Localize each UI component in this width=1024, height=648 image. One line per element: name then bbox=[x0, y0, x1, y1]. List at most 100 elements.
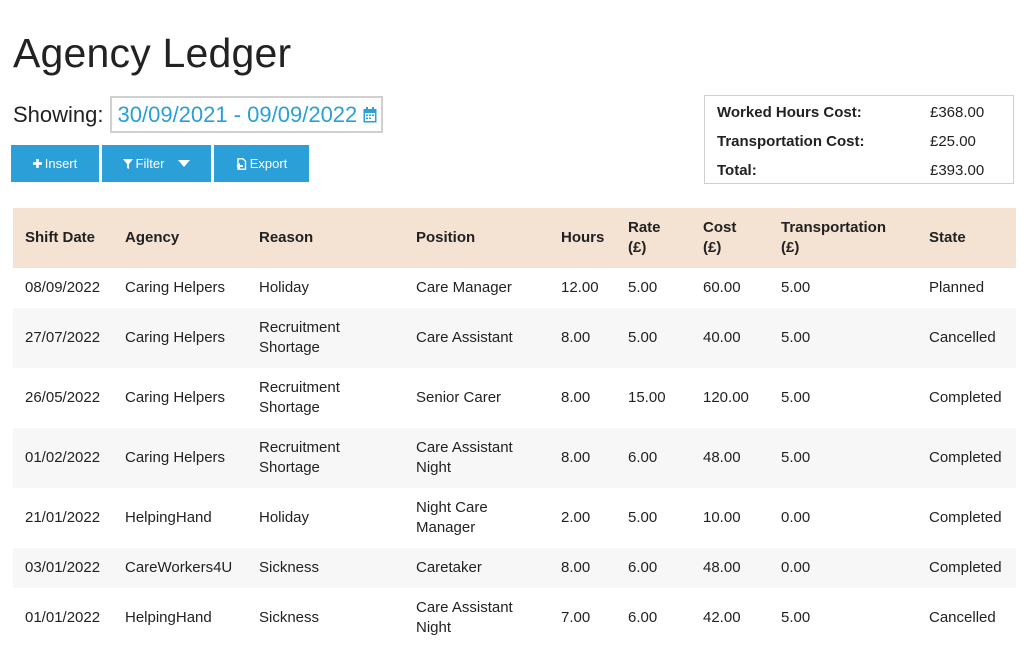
cell-rate: 6.00 bbox=[616, 428, 691, 488]
cell-position: Night Care Manager bbox=[404, 488, 549, 548]
toolbar: Insert Filter Export bbox=[11, 145, 312, 182]
reason-line1: Recruitment bbox=[259, 379, 340, 396]
position-line1: Night Care bbox=[416, 499, 488, 516]
cell-rate: 6.00 bbox=[616, 548, 691, 588]
cell-position: Care Assistant Night bbox=[404, 428, 549, 488]
header-transport-line1: Transportation bbox=[781, 219, 887, 236]
cell-hours: 2.00 bbox=[549, 488, 616, 548]
column-header-rate[interactable]: Rate (£) bbox=[616, 208, 691, 268]
reason-line2: Shortage bbox=[259, 399, 320, 416]
worked-hours-cost-value: £368.00 bbox=[930, 104, 985, 121]
cell-reason: Holiday bbox=[247, 488, 404, 548]
reason-line2: Shortage bbox=[259, 459, 320, 476]
reason-line1: Recruitment bbox=[259, 439, 340, 456]
insert-label: Insert bbox=[44, 156, 78, 171]
cell-rate: 15.00 bbox=[616, 368, 691, 428]
column-header-position[interactable]: Position bbox=[404, 208, 549, 268]
table-header-row: Shift Date Agency Reason Position Hours … bbox=[13, 208, 1016, 268]
summary-row-transport: Transportation Cost: £25.00 bbox=[705, 127, 1013, 156]
cell-rate: 5.00 bbox=[616, 268, 691, 308]
table-row[interactable]: 03/01/2022 CareWorkers4U Sickness Careta… bbox=[13, 548, 1016, 588]
cell-position: Care Manager bbox=[404, 268, 549, 308]
summary-row-worked-hours: Worked Hours Cost: £368.00 bbox=[705, 98, 1013, 127]
cell-cost: 60.00 bbox=[691, 268, 769, 308]
cell-reason: Holiday bbox=[247, 268, 404, 308]
filter-button[interactable]: Filter bbox=[102, 145, 211, 182]
column-header-transportation[interactable]: Transportation (£) bbox=[769, 208, 917, 268]
export-doc-icon bbox=[236, 157, 247, 170]
cell-agency: CareWorkers4U bbox=[113, 548, 247, 588]
cell-cost: 10.00 bbox=[691, 488, 769, 548]
cell-position: Caretaker bbox=[404, 548, 549, 588]
cell-shift-date: 01/02/2022 bbox=[13, 428, 113, 488]
position-line1: Care Assistant bbox=[416, 439, 513, 456]
cell-cost: 48.00 bbox=[691, 428, 769, 488]
cell-hours: 8.00 bbox=[549, 428, 616, 488]
plus-icon bbox=[32, 159, 42, 168]
cell-shift-date: 26/05/2022 bbox=[13, 368, 113, 428]
cell-agency: HelpingHand bbox=[113, 588, 247, 648]
column-header-state[interactable]: State bbox=[917, 208, 1016, 268]
cell-transportation: 5.00 bbox=[769, 308, 917, 368]
cell-shift-date: 08/09/2022 bbox=[13, 268, 113, 308]
cell-cost: 42.00 bbox=[691, 588, 769, 648]
summary-row-total: Total: £393.00 bbox=[705, 156, 1013, 185]
cell-shift-date: 01/01/2022 bbox=[13, 588, 113, 648]
cell-transportation: 0.00 bbox=[769, 488, 917, 548]
column-header-reason[interactable]: Reason bbox=[247, 208, 404, 268]
total-cost-label: Total: bbox=[717, 162, 757, 179]
insert-button[interactable]: Insert bbox=[11, 145, 99, 182]
header-cost-line2: (£) bbox=[703, 239, 722, 256]
export-button[interactable]: Export bbox=[214, 145, 309, 182]
cell-shift-date: 27/07/2022 bbox=[13, 308, 113, 368]
cell-position: Care Assistant bbox=[404, 308, 549, 368]
position-line1: Care Assistant bbox=[416, 599, 513, 616]
column-header-agency[interactable]: Agency bbox=[113, 208, 247, 268]
table-row[interactable]: 21/01/2022 HelpingHand Holiday Night Car… bbox=[13, 488, 1016, 548]
cell-transportation: 0.00 bbox=[769, 548, 917, 588]
ledger-table: Shift Date Agency Reason Position Hours … bbox=[13, 208, 1016, 648]
cell-hours: 8.00 bbox=[549, 548, 616, 588]
cell-reason: Sickness bbox=[247, 588, 404, 648]
table-row[interactable]: 26/05/2022 Caring Helpers Recruitment Sho… bbox=[13, 368, 1016, 428]
table-row[interactable]: 01/01/2022 HelpingHand Sickness Care Ass… bbox=[13, 588, 1016, 648]
cell-shift-date: 03/01/2022 bbox=[13, 548, 113, 588]
cell-transportation: 5.00 bbox=[769, 588, 917, 648]
cell-agency: HelpingHand bbox=[113, 488, 247, 548]
caret-down-icon[interactable] bbox=[178, 160, 191, 167]
date-range-picker[interactable]: 30/09/2021 - 09/09/2022 bbox=[109, 96, 384, 133]
cell-shift-date: 21/01/2022 bbox=[13, 488, 113, 548]
cell-cost: 120.00 bbox=[691, 368, 769, 428]
calendar-icon[interactable] bbox=[363, 106, 377, 123]
column-header-shift-date[interactable]: Shift Date bbox=[13, 208, 113, 268]
cell-position: Senior Carer bbox=[404, 368, 549, 428]
position-line2: Night bbox=[416, 619, 452, 636]
table-row[interactable]: 01/02/2022 Caring Helpers Recruitment Sho… bbox=[13, 428, 1016, 488]
cell-agency: Caring Helpers bbox=[113, 368, 247, 428]
funnel-icon bbox=[122, 158, 133, 169]
cell-reason: Recruitment Shortage bbox=[247, 368, 404, 428]
cell-rate: 6.00 bbox=[616, 588, 691, 648]
cell-reason: Sickness bbox=[247, 548, 404, 588]
cell-hours: 8.00 bbox=[549, 368, 616, 428]
cell-position: Care Assistant Night bbox=[404, 588, 549, 648]
page-title: Agency Ledger bbox=[13, 30, 292, 76]
cell-reason: Recruitment Shortage bbox=[247, 428, 404, 488]
date-range-value: 30/09/2021 - 09/09/2022 bbox=[117, 101, 358, 127]
cell-reason: Recruitment Shortage bbox=[247, 308, 404, 368]
cell-state: Completed bbox=[917, 368, 1016, 428]
cell-rate: 5.00 bbox=[616, 488, 691, 548]
column-header-cost[interactable]: Cost (£) bbox=[691, 208, 769, 268]
cell-state: Cancelled bbox=[917, 308, 1016, 368]
position-line2: Manager bbox=[416, 519, 476, 536]
cell-cost: 40.00 bbox=[691, 308, 769, 368]
column-header-hours[interactable]: Hours bbox=[549, 208, 616, 268]
cell-state: Completed bbox=[917, 548, 1016, 588]
cell-hours: 8.00 bbox=[549, 308, 616, 368]
cost-summary-panel: Worked Hours Cost: £368.00 Transportatio… bbox=[704, 95, 1014, 184]
transport-cost-value: £25.00 bbox=[930, 133, 976, 150]
table-row[interactable]: 08/09/2022 Caring Helpers Holiday Care M… bbox=[13, 268, 1016, 308]
table-row[interactable]: 27/07/2022 Caring Helpers Recruitment Sho… bbox=[13, 308, 1016, 368]
date-range-row: Showing: 30/09/2021 - 09/09/2022 bbox=[13, 96, 384, 133]
cell-transportation: 5.00 bbox=[769, 368, 917, 428]
